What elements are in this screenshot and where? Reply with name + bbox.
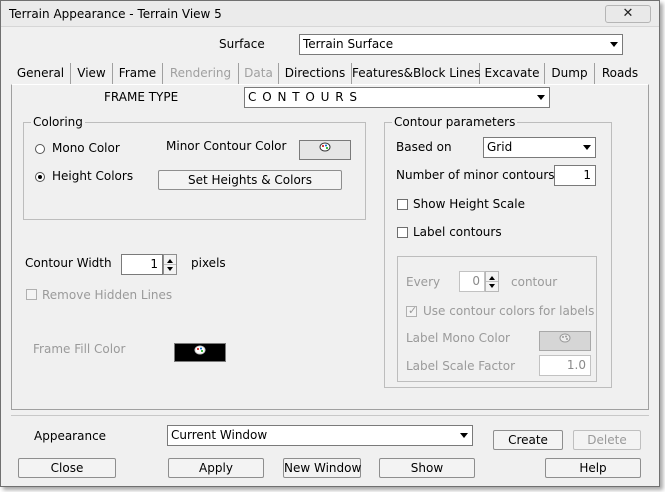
label-contours-checkbox[interactable] [397, 227, 408, 238]
remove-hidden-lines-checkbox[interactable] [26, 289, 37, 300]
window-title: Terrain Appearance - Terrain View 5 [9, 7, 222, 21]
show-button[interactable]: Show [379, 458, 475, 478]
appearance-label: Appearance [34, 429, 107, 443]
contour-width-unit: pixels [191, 256, 226, 270]
spin-up-icon [489, 276, 495, 280]
mono-color-radio[interactable] [35, 144, 45, 154]
minor-contour-color-label: Minor Contour Color [166, 139, 287, 153]
coloring-group-label: Coloring [31, 115, 85, 129]
contour-width-spinner[interactable] [163, 254, 177, 275]
tab-rendering[interactable]: Rendering [163, 63, 239, 84]
frame-type-value: C O N T O U R S [248, 90, 359, 104]
new-window-button[interactable]: New Window [283, 458, 361, 478]
contour-width-label: Contour Width [25, 256, 112, 270]
use-contour-colors-label: Use contour colors for labels [423, 304, 595, 318]
frame-type-dropdown[interactable]: C O N T O U R S [244, 87, 550, 108]
close-window-button[interactable]: ✕ [605, 5, 651, 23]
tab-directions[interactable]: Directions [279, 63, 352, 84]
every-input[interactable]: 0 [459, 271, 485, 292]
chevron-down-icon [533, 88, 549, 107]
spin-up-icon [167, 259, 173, 263]
based-on-dropdown[interactable]: Grid [483, 137, 596, 158]
tab-general[interactable]: General [11, 63, 71, 84]
spin-down-icon [489, 284, 495, 288]
based-on-value: Grid [487, 140, 513, 154]
frame-fill-color-label: Frame Fill Color [33, 342, 126, 356]
tab-bar: General View Frame Rendering Data Direct… [11, 63, 647, 85]
surface-label: Surface [219, 37, 265, 51]
apply-button[interactable]: Apply [168, 458, 264, 478]
label-scale-factor-label: Label Scale Factor [406, 359, 516, 373]
minor-contours-input[interactable]: 1 [554, 165, 596, 186]
height-colors-radio[interactable] [35, 172, 45, 182]
remove-hidden-lines-label: Remove Hidden Lines [42, 288, 173, 302]
tab-frame[interactable]: Frame [113, 63, 163, 84]
tab-dump[interactable]: Dump [545, 63, 595, 84]
contour-parameters-group-label: Contour parameters [392, 115, 518, 129]
divider [11, 415, 649, 416]
contour-width-input[interactable]: 1 [121, 254, 163, 275]
minor-contours-label: Number of minor contours [396, 168, 555, 182]
appearance-dropdown[interactable]: Current Window [167, 425, 473, 446]
use-contour-colors-checkbox[interactable]: ✓ [406, 304, 418, 317]
height-colors-label: Height Colors [52, 169, 134, 183]
check-icon: ✓ [408, 304, 418, 317]
tab-roads[interactable]: Roads [595, 63, 645, 84]
show-height-scale-label: Show Height Scale [413, 197, 525, 211]
tab-excavate[interactable]: Excavate [480, 63, 545, 84]
close-button[interactable]: Close [18, 458, 116, 478]
tab-view[interactable]: View [71, 63, 113, 84]
every-spinner[interactable] [485, 271, 499, 292]
label-mono-color-label: Label Mono Color [406, 331, 510, 345]
spin-down-icon [167, 267, 173, 271]
every-label: Every [406, 275, 441, 289]
set-heights-colors-button[interactable]: Set Heights & Colors [158, 170, 342, 190]
chevron-down-icon [579, 138, 595, 157]
appearance-value: Current Window [171, 428, 268, 442]
chevron-down-icon [456, 426, 472, 445]
palette-icon [319, 142, 331, 155]
label-scale-factor-input[interactable]: 1.0 [539, 355, 591, 376]
mono-color-label: Mono Color [52, 141, 120, 155]
surface-value: Terrain Surface [303, 37, 394, 51]
create-button[interactable]: Create [493, 430, 563, 450]
dialog-window: Terrain Appearance - Terrain View 5 ✕ Su… [0, 0, 660, 487]
title-bar[interactable]: Terrain Appearance - Terrain View 5 ✕ [1, 1, 659, 27]
palette-icon [194, 345, 206, 358]
label-contours-label: Label contours [413, 225, 502, 239]
frame-fill-color-button[interactable] [174, 343, 226, 362]
chevron-down-icon [606, 35, 622, 54]
close-icon: ✕ [622, 6, 634, 21]
frame-type-label: FRAME TYPE [104, 90, 179, 104]
minor-contour-color-button[interactable] [299, 140, 351, 160]
tab-data[interactable]: Data [239, 63, 279, 84]
surface-dropdown[interactable]: Terrain Surface [299, 34, 623, 55]
label-mono-color-button[interactable] [539, 331, 591, 351]
tab-features-block-lines[interactable]: Features&Block Lines [352, 63, 480, 84]
palette-icon [559, 333, 571, 346]
help-button[interactable]: Help [545, 458, 641, 478]
every-unit: contour [511, 275, 558, 289]
based-on-label: Based on [396, 140, 452, 154]
show-height-scale-checkbox[interactable] [397, 199, 408, 210]
delete-button[interactable]: Delete [573, 430, 641, 450]
